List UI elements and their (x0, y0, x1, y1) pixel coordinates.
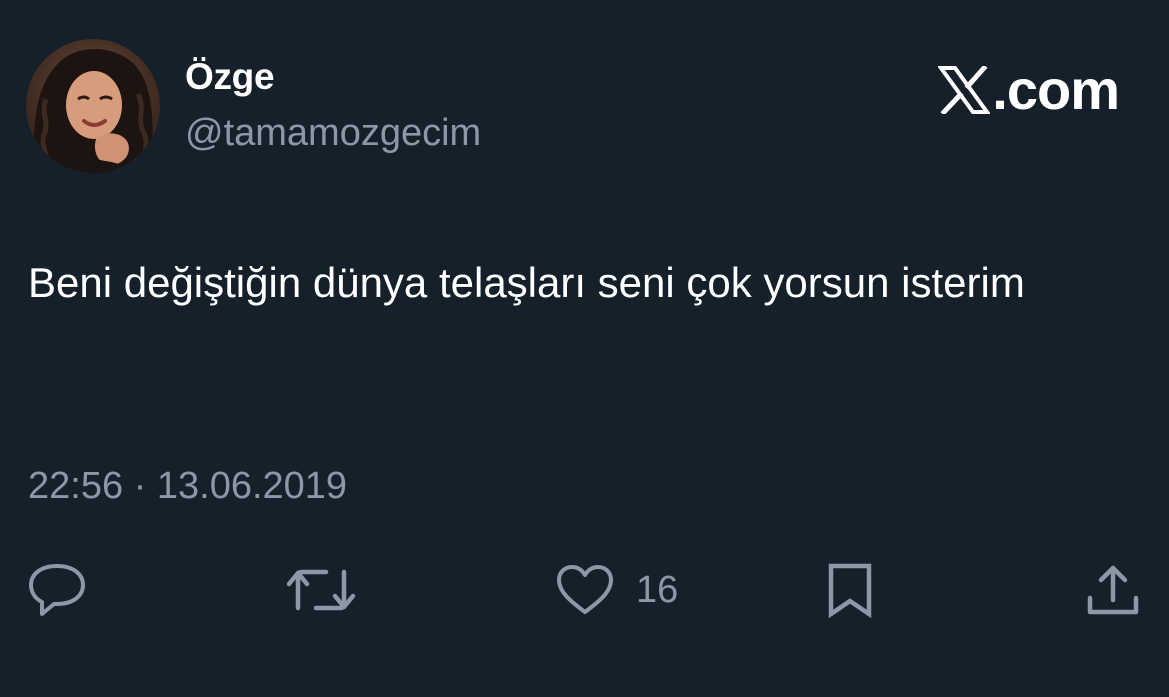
brand-domain: .com (992, 58, 1120, 121)
like-count: 16 (636, 568, 679, 611)
share-icon (1087, 565, 1139, 615)
like-button[interactable]: 16 (556, 555, 678, 625)
tweet-text: Beni değiştiğin dünya telaşları seni çok… (28, 259, 1025, 306)
heart-icon (557, 565, 613, 614)
bookmark-icon (828, 563, 872, 619)
retweet-icon (286, 569, 356, 611)
tweet-timestamp[interactable]: 22:56 · 13.06.2019 (28, 465, 347, 508)
display-name[interactable]: Özge (185, 56, 275, 98)
meta-separator: · (133, 465, 147, 507)
reply-button[interactable] (28, 555, 86, 625)
share-button[interactable] (1085, 555, 1141, 625)
tweet-card: Özge @tamamozgecim .com Beni değiştiğin … (0, 0, 1169, 697)
tweet-date: 13.06.2019 (156, 465, 348, 507)
action-bar: 16 (0, 555, 1169, 625)
reply-icon (29, 564, 85, 616)
tweet-time: 22:56 (28, 465, 124, 507)
retweet-button[interactable] (286, 555, 356, 625)
avatar-image (26, 39, 160, 173)
avatar[interactable] (26, 39, 160, 173)
brand-logo: .com (938, 58, 1120, 121)
x-logo-icon (938, 66, 991, 114)
bookmark-button[interactable] (826, 555, 874, 625)
user-handle[interactable]: @tamamozgecim (185, 112, 481, 155)
